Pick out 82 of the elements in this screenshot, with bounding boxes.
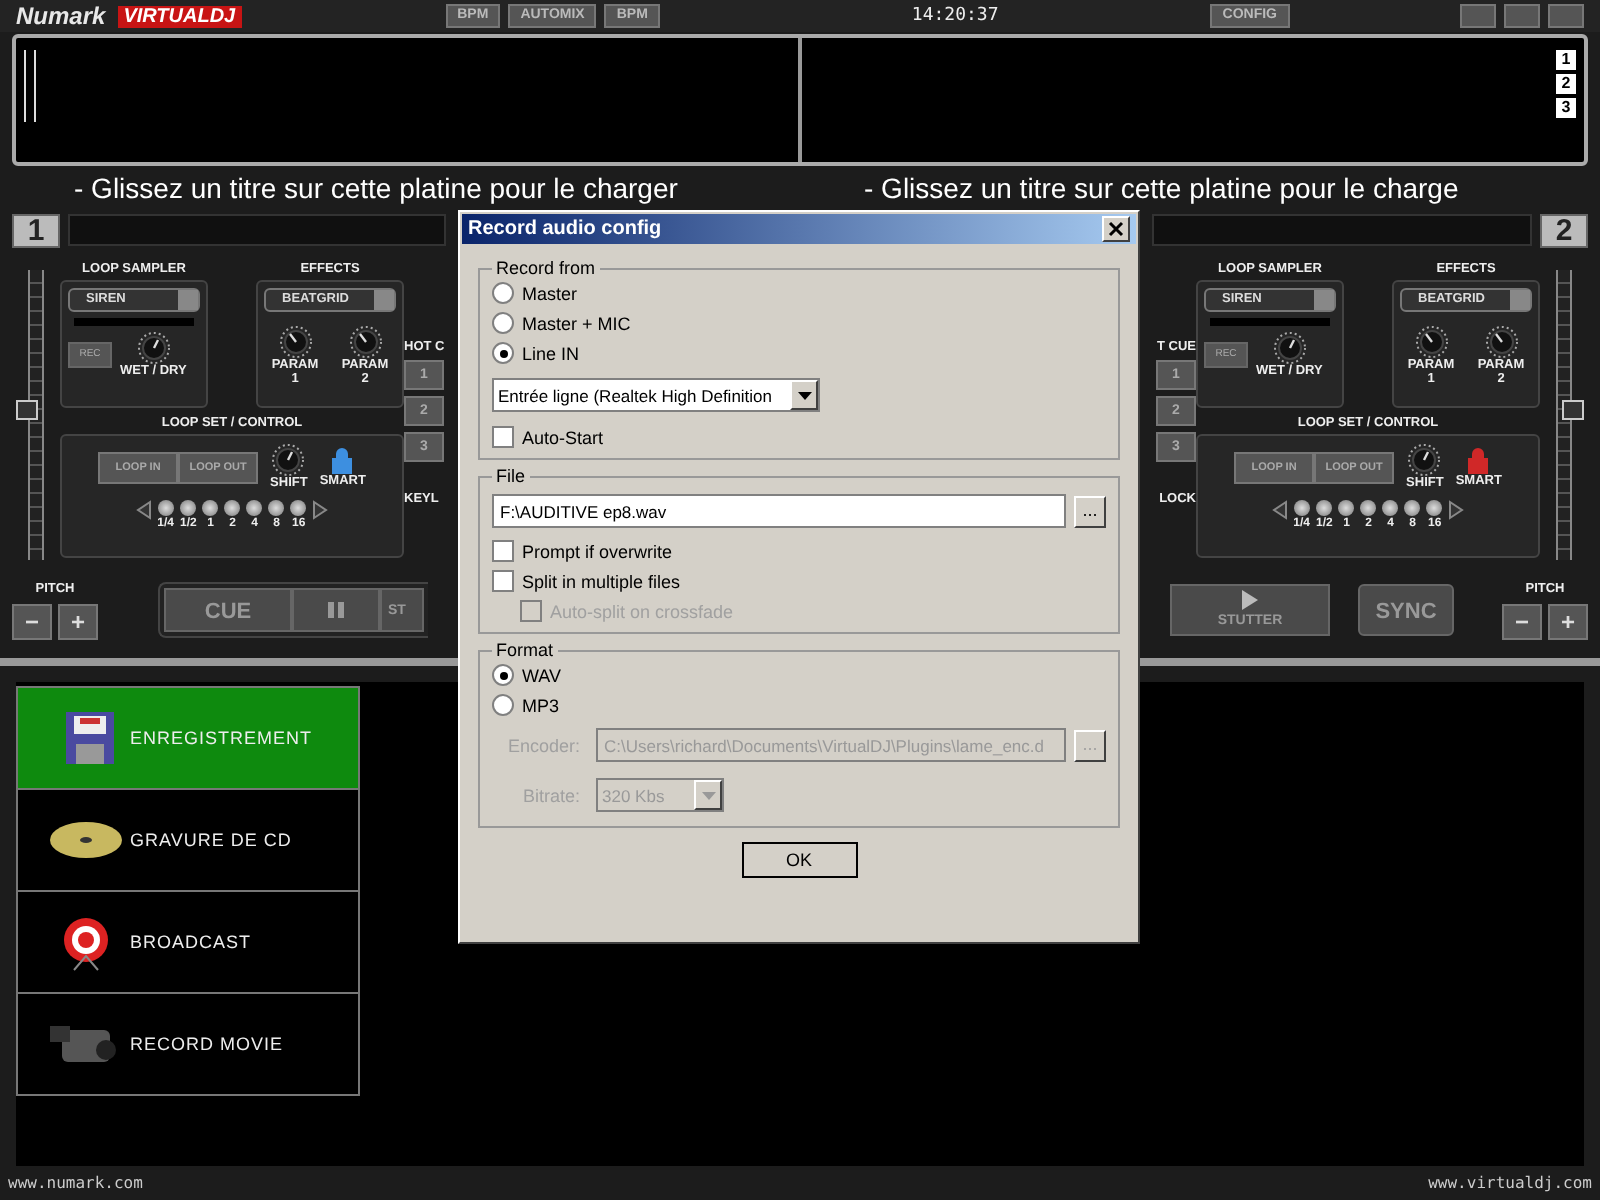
loop-length-led[interactable] bbox=[1338, 500, 1355, 516]
left-arrow-icon[interactable] bbox=[135, 500, 152, 520]
file-path-field[interactable]: F:\AUDITIVE ep8.wav bbox=[492, 494, 1066, 528]
sidebar-item[interactable]: RECORD MOVIE bbox=[16, 994, 360, 1096]
sidebar-item[interactable]: GRAVURE DE CD bbox=[16, 790, 360, 892]
deck-number: 1 bbox=[12, 213, 60, 247]
loop-length-led[interactable] bbox=[1360, 500, 1377, 516]
loop-length-led[interactable] bbox=[1382, 500, 1399, 516]
radio-button[interactable] bbox=[492, 282, 514, 304]
knob[interactable] bbox=[1485, 326, 1517, 358]
product-logo: VIRTUALDJ bbox=[117, 5, 242, 27]
knob[interactable] bbox=[1415, 326, 1447, 358]
knob[interactable] bbox=[1273, 332, 1306, 364]
loop-length-led[interactable] bbox=[268, 500, 285, 516]
knob[interactable] bbox=[349, 326, 381, 358]
checkbox-label: Prompt if overwrite bbox=[522, 541, 673, 561]
transport-button[interactable]: CUE bbox=[164, 588, 292, 632]
checkbox[interactable] bbox=[492, 540, 514, 562]
loop-length-led[interactable] bbox=[1426, 500, 1443, 516]
dialog-title: Record audio config bbox=[468, 218, 664, 240]
loop-length-led[interactable] bbox=[224, 500, 241, 516]
pause-button[interactable] bbox=[292, 588, 380, 632]
right-arrow-icon[interactable] bbox=[1448, 500, 1465, 520]
website-link[interactable]: www.virtualdj.com bbox=[1428, 1173, 1592, 1191]
deck-number: 2 bbox=[1540, 213, 1588, 247]
loop-length-led[interactable] bbox=[246, 500, 263, 516]
loop-length-led[interactable] bbox=[1404, 500, 1421, 516]
loop-length-led[interactable] bbox=[202, 500, 219, 516]
loop-length-led[interactable] bbox=[1293, 500, 1310, 516]
checkbox[interactable] bbox=[492, 426, 514, 448]
knob[interactable] bbox=[137, 332, 170, 364]
dropdown-arrow-icon bbox=[701, 791, 715, 799]
checkbox[interactable] bbox=[492, 570, 514, 592]
radio-label: WAV bbox=[522, 665, 561, 685]
deck-selector[interactable]: 1 bbox=[1556, 50, 1576, 70]
loop-length-led[interactable] bbox=[157, 500, 174, 516]
pitch-slider[interactable] bbox=[16, 270, 44, 560]
deck-selector[interactable]: 2 bbox=[1556, 74, 1576, 94]
radio-button[interactable] bbox=[492, 312, 514, 334]
playhead-marker bbox=[24, 50, 36, 122]
pitch-down-button[interactable]: − bbox=[1502, 603, 1542, 639]
brand-logo: Numark bbox=[16, 2, 106, 30]
pitch-down-button[interactable]: − bbox=[12, 603, 52, 639]
right-arrow-icon[interactable] bbox=[312, 500, 329, 520]
drop-hint: - Glissez un titre sur cette platine pour le charger bbox=[72, 172, 680, 204]
play-icon bbox=[1240, 590, 1260, 610]
browse-button[interactable]: ... bbox=[1074, 495, 1106, 527]
loop-length-led[interactable] bbox=[290, 500, 307, 516]
lock-icon[interactable] bbox=[1468, 446, 1489, 474]
pause-icon bbox=[326, 600, 346, 620]
group-title: Record from bbox=[494, 258, 598, 278]
pitch-thumb[interactable] bbox=[16, 399, 38, 420]
website-link[interactable]: www.numark.com bbox=[8, 1173, 143, 1191]
dropdown-arrow-icon bbox=[797, 391, 811, 399]
knob[interactable] bbox=[272, 444, 305, 476]
sidebar-item[interactable]: BROADCAST bbox=[16, 892, 360, 994]
group-title: File bbox=[494, 466, 528, 486]
source-dropdown[interactable]: Entrée ligne (Realtek High Definition bbox=[492, 378, 820, 412]
radio-label: Line IN bbox=[522, 343, 580, 363]
pitch-slider[interactable] bbox=[1556, 270, 1584, 560]
pitch-thumb[interactable] bbox=[1562, 399, 1584, 420]
group-title: Format bbox=[494, 640, 556, 660]
clock: 14:20:37 bbox=[911, 6, 999, 26]
pitch-up-button[interactable]: + bbox=[58, 603, 98, 639]
sync-button[interactable]: SYNC bbox=[1358, 584, 1454, 636]
radio-label: Master + MIC bbox=[522, 313, 631, 333]
radio-label: MP3 bbox=[522, 695, 560, 715]
loop-length-led[interactable] bbox=[180, 500, 197, 516]
sidebar-item[interactable]: ENREGISTREMENT bbox=[16, 686, 360, 790]
lock-icon[interactable] bbox=[332, 446, 353, 474]
checkbox-label: Split in multiple files bbox=[522, 571, 681, 591]
knob[interactable] bbox=[279, 326, 311, 358]
pitch-up-button[interactable]: + bbox=[1548, 603, 1588, 639]
ok-button[interactable]: OK bbox=[741, 842, 857, 878]
knob[interactable] bbox=[1408, 444, 1441, 476]
radio-label: Master bbox=[522, 283, 578, 303]
left-arrow-icon[interactable] bbox=[1271, 500, 1288, 520]
deck-selector[interactable]: 3 bbox=[1556, 98, 1576, 118]
checkbox-label: Auto-Start bbox=[522, 427, 604, 447]
loop-length-led[interactable] bbox=[1316, 500, 1333, 516]
drop-hint: - Glissez un titre sur cette platine pour le charge bbox=[862, 172, 1461, 204]
radio-button[interactable] bbox=[492, 342, 514, 364]
